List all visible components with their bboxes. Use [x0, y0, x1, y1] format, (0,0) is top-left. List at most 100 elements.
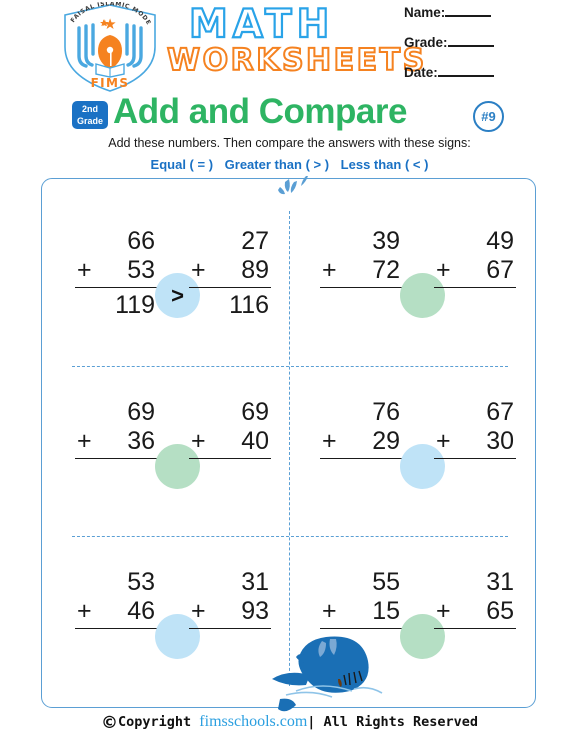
subject-row: 2nd Grade Add and Compare #9	[0, 92, 579, 136]
answer-blank[interactable]	[75, 629, 157, 630]
addend-top: 53	[127, 568, 155, 596]
addend-bottom-row: + 72	[320, 255, 402, 288]
answer-blank[interactable]	[320, 288, 402, 289]
addend-bottom: 53	[127, 256, 155, 284]
answer-blank[interactable]	[434, 629, 516, 630]
addend-bottom: 72	[372, 256, 400, 284]
addend-top: 66	[127, 227, 155, 255]
whale-icon	[266, 619, 396, 719]
addend-bottom-row: + 53	[75, 255, 157, 288]
grade-field-label: Grade:	[404, 35, 448, 50]
worksheet-wordmark: MATH WORKSHEETS	[165, 1, 425, 88]
grade-level-badge: 2nd Grade	[72, 101, 108, 129]
horizontal-divider-1	[72, 366, 508, 367]
wordmark-math: MATH	[188, 1, 335, 48]
answer-blank[interactable]	[320, 459, 402, 460]
addend-bottom: 29	[372, 427, 400, 455]
answer-blank[interactable]	[434, 459, 516, 460]
addend-bottom: 46	[127, 597, 155, 625]
addend-bottom: 89	[241, 256, 269, 284]
addition-problem: 69 + 36	[75, 398, 157, 460]
addition-problem: 53 + 46	[75, 568, 157, 630]
addend-bottom-row: + 67	[434, 255, 516, 288]
addend-bottom: 93	[241, 597, 269, 625]
addend-bottom-row: + 46	[75, 596, 157, 629]
sheet-number-badge: #9	[473, 101, 504, 132]
rights-label: | All Rights Reserved	[307, 714, 478, 730]
plus-operator: +	[191, 256, 206, 284]
addition-problem: 76 + 29	[320, 398, 402, 460]
sign-greater-than: Greater than ( > )	[224, 157, 330, 172]
answer-blank[interactable]	[75, 459, 157, 460]
addition-problem: 67 + 30	[434, 398, 516, 460]
answer-blank[interactable]: 116	[189, 288, 271, 321]
addend-bottom: 65	[486, 597, 514, 625]
svg-text:FIMS: FIMS	[91, 76, 130, 90]
addend-top: 39	[372, 227, 400, 255]
page-title: Add and Compare	[113, 92, 407, 131]
grade-field-blank[interactable]	[447, 34, 494, 47]
page-header: FAISAL ISLAMIC MODEL SCHOOL FIMS MATH WO…	[0, 0, 579, 95]
copyright-icon: ©	[101, 713, 118, 733]
plus-operator: +	[322, 256, 337, 284]
grade-badge-line-2: Grade	[76, 115, 103, 126]
addend-bottom-row: + 36	[75, 426, 157, 459]
sign-equal: Equal ( = )	[150, 157, 214, 172]
addition-problem: 66 + 53 119	[75, 227, 157, 321]
addend-top: 27	[241, 227, 269, 255]
addend-top: 69	[241, 398, 269, 426]
plus-operator: +	[77, 256, 92, 284]
addend-top: 31	[241, 568, 269, 596]
addend-bottom: 67	[486, 256, 514, 284]
worksheet-frame: 66 + 53 119 > 27 + 89 116 39 + 72 49 + 6…	[41, 176, 537, 712]
addend-bottom-row: + 93	[189, 596, 271, 629]
answer-blank[interactable]	[189, 459, 271, 460]
plus-operator: +	[436, 597, 451, 625]
student-info-fields: Name: Grade: Date:	[404, 4, 574, 94]
problem-pair: 39 + 72 49 + 67	[292, 215, 532, 365]
addition-problem: 31 + 65	[434, 568, 516, 630]
addend-bottom: 30	[486, 427, 514, 455]
water-splash-icon	[264, 173, 320, 213]
problem-row: 66 + 53 119 > 27 + 89 116 39 + 72 49 + 6…	[42, 215, 537, 365]
school-logo: FAISAL ISLAMIC MODEL SCHOOL FIMS	[55, 0, 162, 94]
website-link[interactable]: fimsschools.com	[199, 713, 307, 730]
answer-blank[interactable]	[189, 629, 271, 630]
name-field-row: Name:	[404, 4, 574, 20]
plus-operator: +	[191, 427, 206, 455]
grade-badge-line-1: 2nd	[81, 104, 98, 114]
date-field-label: Date:	[404, 65, 438, 80]
addition-problem: 39 + 72	[320, 227, 402, 289]
addition-problem: 31 + 93	[189, 568, 271, 630]
date-field-blank[interactable]	[437, 64, 494, 77]
addend-bottom-row: + 40	[189, 426, 271, 459]
instruction-text: Add these numbers. Then compare the answ…	[108, 136, 471, 150]
problem-row: 69 + 36 69 + 40 76 + 29 67 + 30	[42, 386, 537, 536]
plus-operator: +	[436, 427, 451, 455]
answer-blank[interactable]: 119	[75, 288, 157, 321]
wordmark-worksheets: WORKSHEETS	[166, 42, 427, 79]
addend-top: 55	[372, 568, 400, 596]
addend-top: 31	[486, 568, 514, 596]
footer-copyright: ©Copyright fimsschools.com| All Rights R…	[0, 713, 579, 733]
addend-top: 69	[127, 398, 155, 426]
plus-operator: +	[77, 597, 92, 625]
name-field-blank[interactable]	[445, 4, 492, 17]
addition-problem: 49 + 67	[434, 227, 516, 289]
problem-pair: 66 + 53 119 > 27 + 89 116	[47, 215, 287, 365]
plus-operator: +	[77, 427, 92, 455]
addend-bottom: 40	[241, 427, 269, 455]
problem-pair: 69 + 36 69 + 40	[47, 386, 287, 536]
answer-blank[interactable]	[434, 288, 516, 289]
copyright-label: Copyright	[118, 714, 192, 730]
plus-operator: +	[322, 427, 337, 455]
horizontal-divider-2	[72, 536, 508, 537]
addend-bottom-row: + 30	[434, 426, 516, 459]
name-field-label: Name:	[404, 5, 446, 20]
problem-pair: 53 + 46 31 + 93	[47, 556, 287, 706]
addend-bottom: 36	[127, 427, 155, 455]
comparison-signs-legend: Equal ( = ) Greater than ( > ) Less than…	[0, 157, 579, 172]
addition-problem: 27 + 89 116	[189, 227, 271, 321]
problem-pair: 76 + 29 67 + 30	[292, 386, 532, 536]
sign-less-than: Less than ( < )	[340, 157, 429, 172]
